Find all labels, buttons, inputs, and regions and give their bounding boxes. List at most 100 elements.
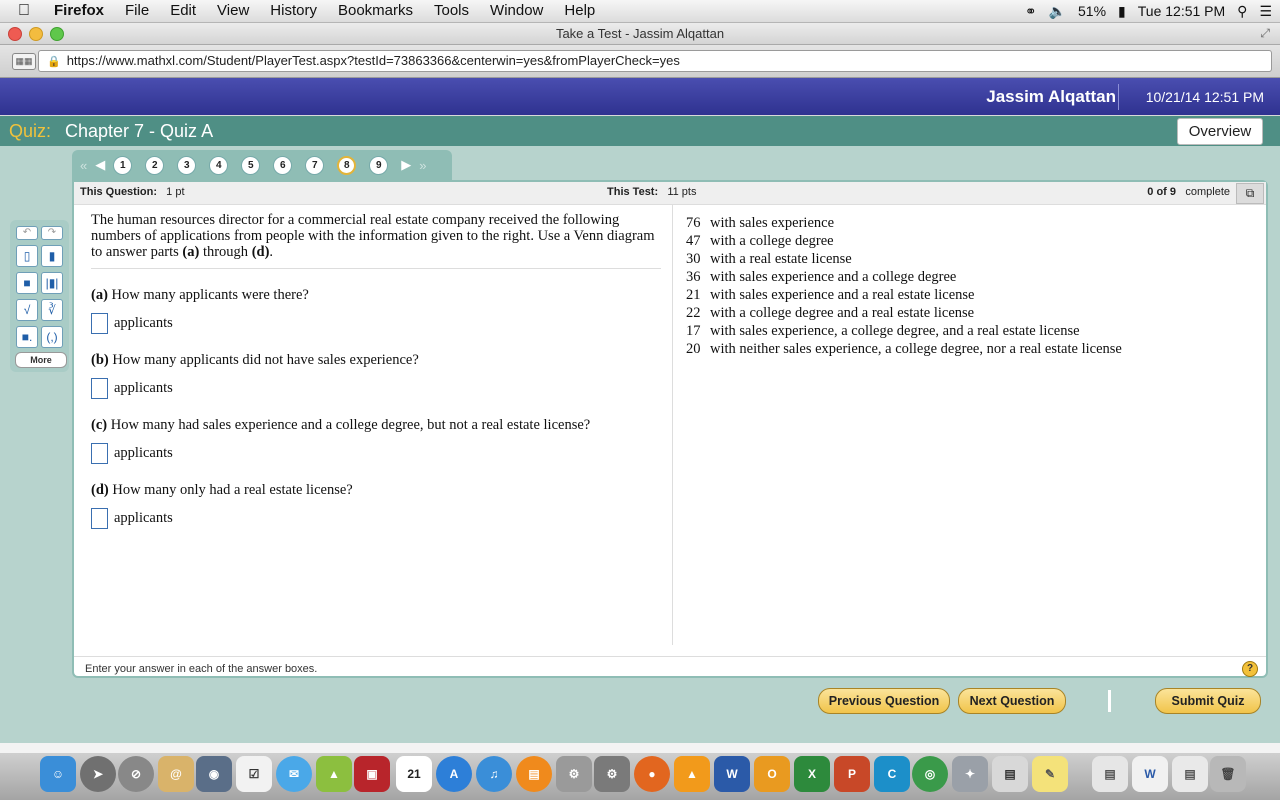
document-icon[interactable]: ▤ [1092,756,1128,792]
prev-question-icon[interactable]: ◀ [95,157,105,173]
contacts-icon[interactable]: @ [158,756,194,792]
intro-text: The human resources director for a comme… [91,212,655,260]
messages-icon[interactable]: ✉ [276,756,312,792]
answer-row-b: applicants [91,378,661,399]
finder-icon[interactable]: ☺ [40,756,76,792]
mixed-number-icon[interactable]: ▮ [41,245,63,267]
tab-groups-icon[interactable]: ▦▦ [12,53,36,70]
battery-percent[interactable]: 51% [1078,3,1106,19]
question-nav-1[interactable]: 1 [113,155,133,175]
part-b: (b) How many applicants did not have sal… [91,352,661,368]
preview-icon[interactable]: ▤ [992,756,1028,792]
data-row: 47 with a college degree [686,232,1122,250]
menu-window[interactable]: Window [490,0,543,22]
overview-button[interactable]: Overview [1177,118,1263,145]
spotlight-icon[interactable]: ⚲ [1237,3,1247,20]
help-icon[interactable]: ? [1242,661,1258,677]
word-document-icon[interactable]: W [1132,756,1168,792]
powerpoint-icon[interactable]: P [834,756,870,792]
photo-booth-icon[interactable]: ▣ [354,756,390,792]
this-test-info: This Test: 11 pts [607,186,696,198]
first-question-icon[interactable]: « [80,158,87,173]
fraction-icon[interactable]: ▯ [16,245,38,267]
excel-icon[interactable]: X [794,756,830,792]
network-icon[interactable]: ◎ [912,756,948,792]
absolute-value-icon[interactable]: |▮| [41,272,63,294]
next-question-icon[interactable]: ▶ [401,157,411,173]
stickies-icon[interactable]: ✎ [1032,756,1068,792]
square-root-icon[interactable]: √ [16,299,38,321]
calendar-icon[interactable]: 21 [396,756,432,792]
part-d-text: How many only had a real estate license? [108,482,353,498]
data-row: 21 with sales experience and a real estat… [686,286,1122,304]
menu-file[interactable]: File [125,0,149,22]
menu-bookmarks[interactable]: Bookmarks [338,0,413,22]
question-nav-4[interactable]: 4 [209,155,229,175]
redo-icon[interactable]: ↷ [41,226,63,240]
exponent-icon[interactable]: ■ [16,272,38,294]
expand-window-icon[interactable]: ⧉ [1236,183,1264,204]
vlc-icon[interactable]: ▲ [674,756,710,792]
notification-list-icon[interactable]: ☰ [1259,3,1272,20]
app-store-icon[interactable]: A [436,756,472,792]
ibooks-icon[interactable]: ▤ [516,756,552,792]
url-text: https://www.mathxl.com/Student/PlayerTes… [66,53,680,68]
answer-box-c[interactable] [91,443,108,464]
progress-value: 0 of 9 [1147,186,1176,198]
question-nav-5[interactable]: 5 [241,155,261,175]
menu-view[interactable]: View [217,0,249,22]
menu-edit[interactable]: Edit [170,0,196,22]
url-bar[interactable]: 🔒 https://www.mathxl.com/Student/PlayerTe… [38,50,1272,72]
intro-part-d: (d) [251,244,270,260]
reminders-icon[interactable]: ☑ [236,756,272,792]
this-test-points: 11 pts [667,186,697,198]
firefox-icon[interactable]: ● [634,756,670,792]
ordered-pair-icon[interactable]: (,) [41,326,63,348]
question-nav-6[interactable]: 6 [273,155,293,175]
communicator-icon[interactable]: C [874,756,910,792]
facetime-icon[interactable]: ◉ [196,756,232,792]
data-description: with a real estate license [710,251,852,267]
answer-box-d[interactable] [91,508,108,529]
nth-root-icon[interactable]: ∛ [41,299,63,321]
trash-icon[interactable]: 🗑 [1210,756,1246,792]
itunes-icon[interactable]: ♫ [476,756,512,792]
more-tools-button[interactable]: More [15,352,67,368]
question-nav-9[interactable]: 9 [369,155,389,175]
launchpad-icon[interactable]: ➤ [80,756,116,792]
system-preferences-icon[interactable]: ⚙ [594,756,630,792]
data-row: 76 with sales experience [686,214,1122,232]
volume-icon[interactable]: 🔈 [1049,3,1066,20]
screenshot-icon[interactable]: ▤ [1172,756,1208,792]
question-nav-8-current[interactable]: 8 [337,155,357,175]
clock[interactable]: Tue 12:51 PM [1138,3,1225,19]
answer-box-a[interactable] [91,313,108,334]
apple-menu-icon[interactable]:  [18,0,30,22]
wifi-icon[interactable]: ⚭ [1025,3,1037,20]
previous-question-button[interactable]: Previous Question [818,688,950,714]
math-toolbox: ↶ ↷ ▯ ▮ ■ |▮| √ ∛ ■. (,) More [10,220,69,372]
answer-row-d: applicants [91,508,661,529]
submit-quiz-button[interactable]: Submit Quiz [1155,688,1261,714]
question-nav-7[interactable]: 7 [305,155,325,175]
fullscreen-icon[interactable]: ⤢ [1260,26,1270,41]
menu-tools[interactable]: Tools [434,0,469,22]
answer-box-b[interactable] [91,378,108,399]
decimal-icon[interactable]: ■. [16,326,38,348]
satellite-icon[interactable]: ✦ [952,756,988,792]
menu-history[interactable]: History [270,0,317,22]
next-question-button[interactable]: Next Question [958,688,1066,714]
undo-icon[interactable]: ↶ [16,226,38,240]
outlook-icon[interactable]: O [754,756,790,792]
menu-app-firefox[interactable]: Firefox [54,0,104,22]
blocked-app-icon[interactable]: ⊘ [118,756,154,792]
word-icon[interactable]: W [714,756,750,792]
last-question-icon[interactable]: » [419,158,426,173]
question-nav-3[interactable]: 3 [177,155,197,175]
battery-icon: ▮ [1118,2,1126,19]
menu-help[interactable]: Help [564,0,595,22]
utility-icon[interactable]: ⚙ [556,756,592,792]
android-icon[interactable]: ▲ [316,756,352,792]
browser-toolbar: ▦▦ 🔒 https://www.mathxl.com/Student/Playe… [0,45,1280,78]
question-nav-2[interactable]: 2 [145,155,165,175]
